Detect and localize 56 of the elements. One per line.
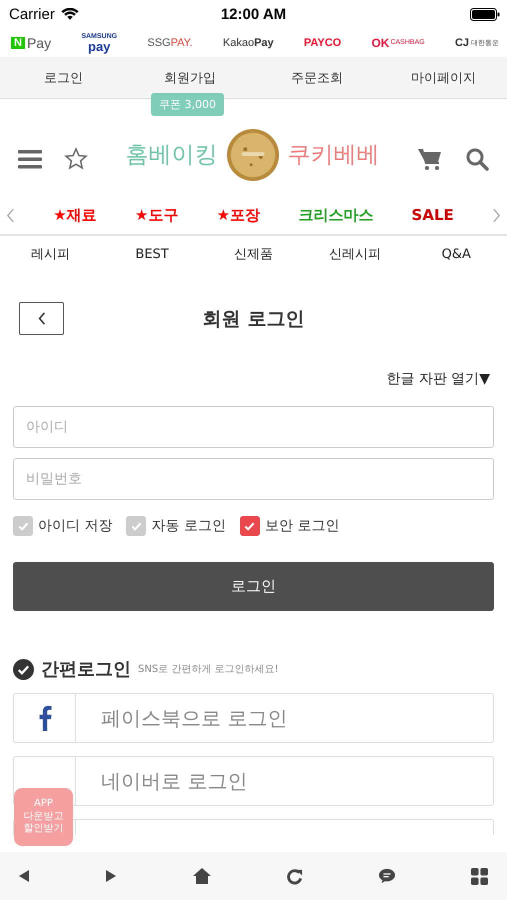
menu-icon[interactable] [18, 148, 42, 168]
checkmark-icon [130, 520, 143, 532]
top-nav-link[interactable]: 로그인 [44, 68, 83, 86]
keyboard-toggle-link[interactable]: 한글 자판 열기▼ [386, 370, 490, 388]
back-button[interactable] [19, 302, 64, 335]
login-button[interactable]: 로그인 [13, 562, 494, 611]
input-field[interactable]: 아이디 [13, 406, 494, 448]
grid-icon[interactable] [470, 868, 488, 884]
chat-icon[interactable] [378, 868, 396, 884]
payment-logo[interactable]: PAYCO [304, 36, 342, 48]
checkbox[interactable] [126, 516, 146, 536]
sub-menu-link[interactable]: BEST [135, 246, 169, 262]
checkbox-option[interactable]: 보안 로그인 [240, 516, 340, 536]
checkbox-option[interactable]: 자동 로그인 [126, 516, 226, 536]
battery-icon [470, 8, 500, 20]
category-link[interactable]: ★재료 [53, 206, 97, 224]
forward-icon[interactable] [104, 869, 117, 883]
checkbox[interactable] [240, 516, 260, 536]
refresh-icon[interactable] [286, 868, 304, 884]
payment-logo[interactable]: SSGPAY. [147, 36, 193, 48]
facebook-icon [38, 705, 52, 731]
star-icon[interactable] [64, 146, 88, 170]
brand-name: 홈베이킹 [126, 141, 218, 170]
cookie-icon [226, 128, 280, 182]
back-icon[interactable] [18, 869, 30, 883]
top-nav-link[interactable]: 회원가입 [164, 68, 216, 86]
checkmark-icon [16, 520, 30, 532]
section-title: 간편로그인 [41, 658, 131, 681]
coupon-tooltip: 쿠폰 3,000 [151, 93, 224, 116]
sub-menu-link[interactable]: 신제품 [234, 245, 273, 263]
checkbox[interactable] [13, 516, 33, 536]
category-link[interactable]: ★도구 [134, 206, 178, 224]
search-icon[interactable] [465, 146, 489, 170]
category-link[interactable]: ★포장 [216, 206, 260, 224]
page-title: 회원 로그인 [202, 307, 304, 332]
input-field[interactable]: 비밀번호 [13, 458, 494, 500]
brand-name: 쿠키베베 [288, 141, 380, 170]
payment-logo[interactable]: N Pay [11, 34, 52, 50]
top-nav-link[interactable]: 마이페이지 [411, 68, 476, 86]
facebook-login-button[interactable]: 페이스북으로 로그인 [13, 693, 494, 743]
category-link[interactable]: SALE [412, 206, 454, 224]
sub-menu-link[interactable]: Q&A [442, 246, 471, 262]
status-time: 12:00 AM [220, 6, 286, 22]
payment-logo[interactable]: KakaoPay [222, 36, 274, 48]
carrier-label: Carrier [9, 6, 55, 22]
wifi-icon [60, 8, 79, 20]
sub-menu-link[interactable]: 레시피 [31, 245, 70, 263]
checkmark-icon [243, 520, 256, 532]
home-icon[interactable] [192, 867, 212, 885]
sub-menu-link[interactable]: 신레시피 [328, 245, 381, 263]
check-circle-icon [13, 658, 34, 680]
top-nav-link[interactable]: 주문조회 [290, 68, 343, 86]
cart-icon[interactable] [417, 146, 443, 170]
section-subtitle: SNS로 간편하게 로그인하세요! [138, 663, 279, 676]
chevron-left-icon [38, 312, 46, 325]
checkbox-option[interactable]: 아이디 저장 [13, 516, 112, 536]
